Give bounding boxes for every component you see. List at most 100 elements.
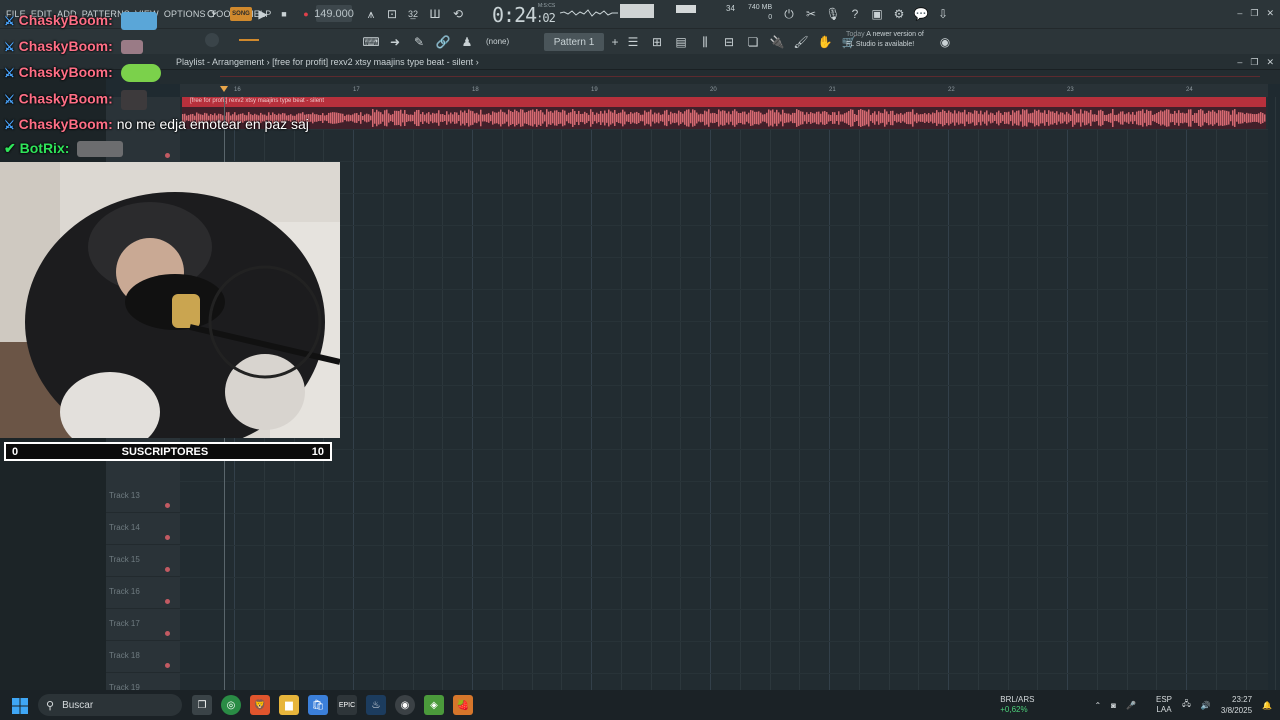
layers-app-icon[interactable]: ◈ [424, 695, 444, 715]
taskbar-search[interactable]: ⚲ Buscar [38, 694, 182, 716]
help-icon[interactable]: ? [846, 5, 864, 23]
chevron-up-icon[interactable]: ⌃ [1094, 701, 1101, 710]
touch-icon[interactable]: ✋ [816, 33, 834, 51]
steam-icon[interactable]: ♨ [366, 695, 386, 715]
microphone-icon[interactable]: 🎙 [824, 5, 842, 23]
epic-games-icon[interactable]: EPIC [337, 695, 357, 715]
news-panel[interactable]: Today A newer version of FL Studio is av… [846, 30, 924, 50]
waveform-sample [1060, 112, 1062, 124]
cut-icon[interactable]: ✂ [802, 5, 820, 23]
notification-icon[interactable]: 🔔 [1262, 701, 1272, 710]
waveform-sample [978, 113, 980, 123]
track-header[interactable]: Track 17 [106, 609, 180, 641]
track-header[interactable]: Track 18 [106, 641, 180, 673]
waveform-sample [1216, 113, 1218, 123]
track-header[interactable]: Track 16 [106, 577, 180, 609]
save-icon[interactable]: ▣ [868, 5, 886, 23]
add-pattern-icon[interactable]: + [606, 33, 624, 51]
stamp-icon[interactable]: ♟ [458, 33, 476, 51]
reset-icon[interactable]: ⏻ [780, 5, 798, 23]
playlist-minimize-icon[interactable]: – [1237, 57, 1242, 68]
download-icon[interactable]: ⇩ [934, 5, 952, 23]
waveform-sample [1152, 114, 1154, 122]
paint-icon[interactable]: ✎ [410, 33, 428, 51]
mixer-icon[interactable]: ⫼ [696, 33, 714, 51]
minimize-icon[interactable]: – [1237, 8, 1242, 19]
chat-icon[interactable]: 💬 [912, 5, 930, 23]
waveform-sample [896, 113, 898, 123]
language-indicator[interactable]: ESP LAA [1156, 695, 1172, 715]
network-icon[interactable]: 🖧 [1182, 698, 1191, 712]
waveform-sample [612, 112, 614, 124]
waveform-sample [946, 112, 948, 124]
waveform-sample [1184, 113, 1186, 123]
windows-start-icon[interactable] [12, 698, 28, 714]
discord-icon[interactable]: ◙ [1111, 701, 1116, 710]
pattern-name[interactable]: Pattern 1 [544, 33, 604, 51]
browser-icon[interactable]: ⊟ [720, 33, 738, 51]
waveform-sample [982, 114, 984, 122]
waveform-sample [644, 110, 646, 126]
waveform-sample [772, 109, 774, 127]
waveform-sample [416, 110, 418, 126]
track-name: Track 15 [109, 555, 140, 564]
countdown-icon[interactable]: 3̲2 [404, 5, 422, 23]
copy-icon[interactable]: ❏ [744, 33, 762, 51]
restore-icon[interactable]: ❐ [1250, 8, 1258, 19]
track-header[interactable]: Track 14 [106, 513, 180, 545]
close-icon[interactable]: ✕ [1266, 8, 1274, 19]
fl-studio-icon[interactable]: 🍓 [453, 695, 473, 715]
currency-widget[interactable]: BRL/ARS +0,62% [1000, 695, 1034, 715]
track-mute-dot[interactable] [165, 503, 170, 508]
waveform-sample [1070, 114, 1072, 122]
waveform-sample [582, 113, 584, 123]
news-globe-icon[interactable]: ◉ [936, 33, 954, 51]
metronome-icon[interactable]: ⩚ [362, 5, 380, 23]
obs-icon[interactable]: ◉ [395, 695, 415, 715]
track-mute-dot[interactable] [165, 599, 170, 604]
pattern-selector[interactable]: (none) [486, 37, 509, 46]
plug-icon[interactable]: 🔌 [768, 33, 786, 51]
waveform-sample [876, 114, 878, 122]
arrow-icon[interactable]: ➜ [386, 33, 404, 51]
waveform-sample [388, 113, 390, 123]
playlist-close-icon[interactable]: ✕ [1266, 57, 1274, 68]
file-explorer-icon[interactable]: ▆ [279, 695, 299, 715]
plugin-icon[interactable]: ⚙ [890, 5, 908, 23]
grid-track-line [180, 385, 1268, 386]
track-mute-dot[interactable] [165, 567, 170, 572]
wait-input-icon[interactable]: ⊡ [383, 5, 401, 23]
track-mute-dot[interactable] [165, 631, 170, 636]
track-mute-dot[interactable] [165, 535, 170, 540]
brave-icon[interactable]: 🦁 [250, 695, 270, 715]
track-header[interactable]: Track 15 [106, 545, 180, 577]
mic-tray-icon[interactable]: 🎤 [1126, 701, 1136, 710]
waveform-sample [362, 115, 364, 121]
track-mute-dot[interactable] [165, 663, 170, 668]
moderator-sword-icon: ⚔ [4, 118, 15, 132]
waveform-sample [1234, 109, 1236, 127]
waveform-sample [734, 109, 736, 127]
link-icon[interactable]: 🔗 [434, 33, 452, 51]
store-icon[interactable]: 🛍 [308, 695, 328, 715]
waveform-sample [1114, 114, 1116, 122]
piano-roll-icon[interactable]: ▤ [672, 33, 690, 51]
chrome-icon[interactable]: ◎ [221, 695, 241, 715]
waveform-sample [1120, 111, 1122, 125]
playlist-grid[interactable] [180, 97, 1277, 690]
piano-icon[interactable]: ⌨ [362, 33, 380, 51]
waveform-sample [560, 112, 562, 124]
waveform-sample [1240, 112, 1242, 124]
waveform-sample [1166, 109, 1168, 127]
brush-icon[interactable]: 🖌 [792, 33, 810, 51]
loop-record-icon[interactable]: ⟲ [449, 5, 467, 23]
taskbar-clock[interactable]: 23:27 3/8/2025 [1221, 694, 1252, 716]
step-edit-icon[interactable]: Ш [426, 5, 444, 23]
playlist-icon[interactable]: ☰ [624, 33, 642, 51]
task-view-icon[interactable]: ❐ [192, 695, 212, 715]
volume-icon[interactable]: 🔊 [1201, 701, 1211, 710]
waveform-sample [446, 111, 448, 125]
track-header[interactable]: Track 13 [106, 481, 180, 513]
playlist-restore-icon[interactable]: ❐ [1250, 57, 1258, 68]
channel-rack-icon[interactable]: ⊞ [648, 33, 666, 51]
